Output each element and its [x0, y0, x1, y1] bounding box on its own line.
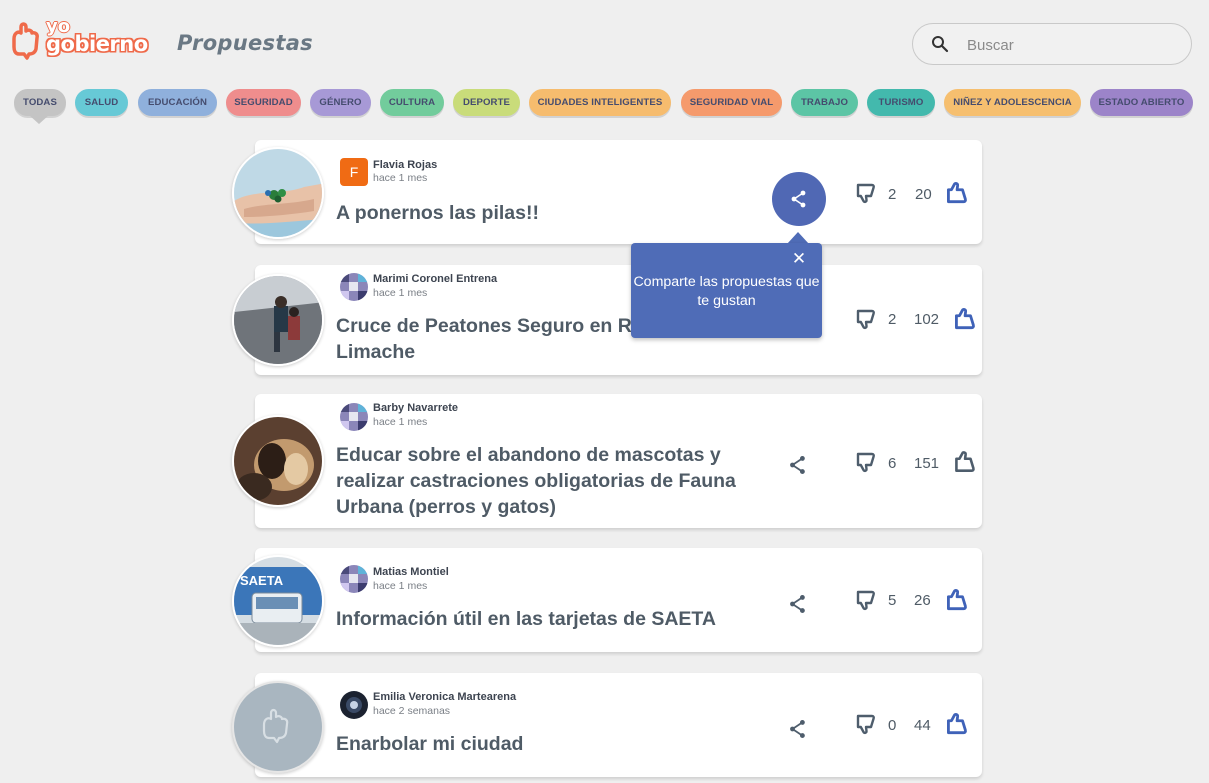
tooltip-close-icon[interactable]: ✕	[790, 250, 808, 268]
dislike-icon[interactable]	[853, 450, 877, 479]
dislike-count: 2	[888, 186, 897, 203]
like-icon[interactable]	[943, 711, 969, 742]
category-seguridad-vial[interactable]: SEGURIDAD VIAL	[681, 89, 782, 116]
post-time: hace 1 mes	[373, 416, 428, 428]
thumbnail-saeta-text: SAETA	[240, 573, 284, 588]
share-icon[interactable]	[787, 454, 811, 478]
author-avatar[interactable]	[340, 403, 368, 431]
dislike-icon[interactable]	[853, 712, 877, 741]
author-name[interactable]: Matias Montiel	[373, 566, 449, 578]
like-count: 20	[915, 186, 932, 203]
proposal-thumbnail[interactable]	[232, 274, 324, 366]
logo-gobierno: gobierno	[46, 32, 148, 56]
like-count: 151	[914, 455, 940, 472]
author-name[interactable]: Flavia Rojas	[373, 159, 437, 171]
like-icon[interactable]	[943, 180, 969, 211]
like-count: 102	[914, 311, 940, 328]
category-educacion[interactable]: EDUCACIÓN	[138, 89, 217, 116]
page-title: Propuestas	[177, 31, 313, 55]
category-cultura[interactable]: CULTURA	[380, 89, 444, 116]
author-name[interactable]: Emilia Veronica Martearena	[373, 691, 516, 703]
search-input[interactable]	[965, 33, 1179, 57]
page: yo gobierno Propuestas TODAS SALUD EDUCA…	[0, 0, 1209, 783]
post-time: hace 1 mes	[373, 172, 428, 184]
share-tooltip: ✕ Comparte las propuestas que te gustan	[631, 243, 822, 338]
logo[interactable]: yo gobierno	[10, 17, 176, 64]
hand-placeholder-icon	[262, 708, 289, 744]
dislike-count: 6	[888, 455, 897, 472]
proposal-title[interactable]: Información útil en las tarjetas de SAET…	[336, 606, 756, 632]
share-icon[interactable]	[787, 593, 811, 617]
author-avatar[interactable]	[340, 691, 368, 719]
author-name[interactable]: Barby Navarrete	[373, 402, 458, 414]
category-deporte[interactable]: DEPORTE	[453, 89, 520, 116]
like-icon[interactable]	[951, 449, 977, 480]
proposal-title[interactable]: Educar sobre el abandono de mascotas y r…	[336, 442, 756, 520]
proposal-thumbnail[interactable]	[232, 415, 324, 507]
author-name[interactable]: Marimi Coronel Entrena	[373, 273, 497, 285]
category-ninez-adolescencia[interactable]: NIÑEZ Y ADOLESCENCIA	[944, 89, 1081, 116]
search-box[interactable]	[912, 23, 1192, 65]
proposal-thumbnail-placeholder[interactable]	[232, 681, 324, 773]
dislike-count: 5	[888, 592, 897, 609]
like-icon[interactable]	[943, 587, 969, 618]
proposal-thumbnail[interactable]: SAETA	[232, 555, 324, 647]
post-time: hace 2 semanas	[373, 705, 451, 717]
category-todas[interactable]: TODAS	[14, 89, 66, 116]
dislike-icon[interactable]	[853, 588, 877, 617]
proposal-title[interactable]: Enarbolar mi ciudad	[336, 731, 756, 757]
author-avatar[interactable]	[340, 565, 368, 593]
category-ciudades-inteligentes[interactable]: CIUDADES INTELIGENTES	[529, 89, 671, 116]
post-time: hace 1 mes	[373, 580, 428, 592]
tooltip-text: Comparte las propuestas que te gustan	[633, 274, 820, 309]
category-estado-abierto[interactable]: ESTADO ABIERTO	[1090, 89, 1193, 116]
like-count: 26	[914, 592, 931, 609]
like-icon[interactable]	[951, 306, 977, 337]
header: yo gobierno Propuestas	[0, 0, 1209, 80]
dislike-count: 2	[888, 311, 897, 328]
dislike-icon[interactable]	[853, 181, 877, 210]
category-filter-bar: TODAS SALUD EDUCACIÓN SEGURIDAD GÉNERO C…	[0, 86, 1209, 130]
dislike-icon[interactable]	[853, 307, 877, 336]
post-time: hace 1 mes	[373, 287, 428, 299]
avatar-initial: F	[349, 164, 359, 180]
like-count: 44	[914, 717, 931, 734]
hand-logo-icon	[10, 21, 44, 61]
active-category-indicator	[29, 115, 49, 124]
dislike-count: 0	[888, 717, 897, 734]
proposal-title[interactable]: A ponernos las pilas!!	[336, 200, 756, 226]
share-button-highlighted[interactable]	[772, 172, 826, 226]
proposal-thumbnail[interactable]	[232, 147, 324, 239]
search-icon	[931, 35, 949, 58]
category-salud[interactable]: SALUD	[75, 89, 128, 116]
share-icon	[791, 190, 806, 208]
author-avatar[interactable]: F	[340, 158, 368, 186]
author-avatar[interactable]	[340, 273, 368, 301]
share-icon[interactable]	[787, 718, 811, 742]
category-seguridad[interactable]: SEGURIDAD	[226, 89, 301, 116]
category-turismo[interactable]: TURISMO	[867, 89, 935, 116]
logo-wordmark: yo gobierno	[45, 17, 176, 64]
category-genero[interactable]: GÉNERO	[310, 89, 371, 116]
category-trabajo[interactable]: TRABAJO	[791, 89, 858, 116]
